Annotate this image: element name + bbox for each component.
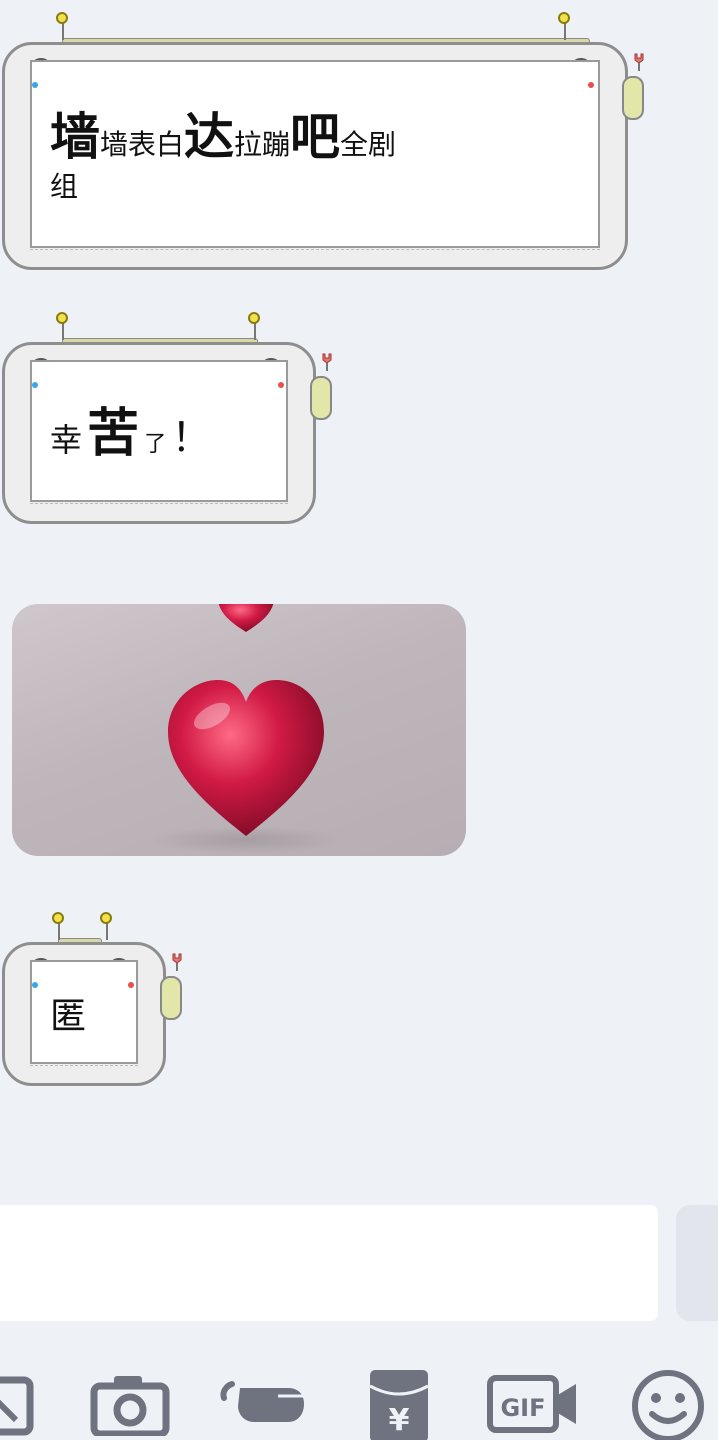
status-dot-blue [32,982,38,988]
message-text-part: 组 [50,169,79,203]
send-button[interactable] [676,1205,718,1321]
robot-message-bubble[interactable]: 墙墙表白达拉蹦吧全剧组 [2,12,650,270]
chat-screen: 墙墙表白达拉蹦吧全剧组 幸 苦 了 ！ 匿 ¥ GIF [0,0,718,1440]
robot-antenna-right [558,12,570,40]
message-text-part: 苦 [87,404,140,464]
message-text-part: 了 [144,432,167,457]
message-input[interactable] [0,1205,658,1321]
robot-footer [30,1065,138,1082]
robot-ear [310,376,332,420]
robot-ear [622,76,644,120]
robot-antenna-left [56,12,68,40]
message-text-part: 吧 [290,108,341,166]
message-text: 匿 [50,994,118,1056]
message-text-part: 墙 [50,108,100,166]
hand-point-icon[interactable] [218,1366,316,1436]
status-dot-red [278,382,284,388]
message-text: 墙墙表白达拉蹦吧全剧组 [50,106,580,240]
bottom-toolbar: ¥ GIF [0,1360,718,1440]
robot-antenna-right [100,912,112,940]
message-text-part: 全剧 [340,128,397,161]
heart-icon [150,604,342,854]
robot-antenna-left [52,912,64,940]
message-text-part: 墙表白 [100,128,185,161]
robot-footer [30,249,600,266]
robot-message-bubble[interactable]: 匿 [2,912,188,1086]
robot-ear [160,976,182,1020]
red-packet-label: ¥ [389,1403,410,1438]
wrench-icon [172,953,182,971]
image-icon[interactable] [0,1366,36,1436]
emoji-icon[interactable] [630,1366,710,1440]
red-packet-icon[interactable]: ¥ [368,1366,432,1440]
status-dot-blue [32,82,38,88]
camera-icon[interactable] [90,1366,170,1438]
gif-label: GIF [500,1394,545,1422]
robot-message-bubble[interactable]: 幸 苦 了 ！ [2,312,338,524]
wrench-icon [634,53,644,71]
status-dot-red [588,82,594,88]
gif-icon[interactable]: GIF [486,1366,580,1436]
heart-image-message[interactable] [12,604,466,856]
robot-antenna-left [56,312,68,340]
message-text-part: 拉蹦 [234,128,291,161]
message-text: 幸 苦 了 ！ [50,402,268,494]
status-dot-red [128,982,134,988]
message-text-part: 达 [184,108,235,166]
wrench-icon [322,353,332,371]
message-text-part: ！ [171,415,212,461]
message-text-part: 匿 [50,996,87,1037]
message-text-part: 幸 [50,421,83,459]
robot-footer [30,503,288,520]
robot-antenna-right [248,312,260,340]
status-dot-blue [32,382,38,388]
